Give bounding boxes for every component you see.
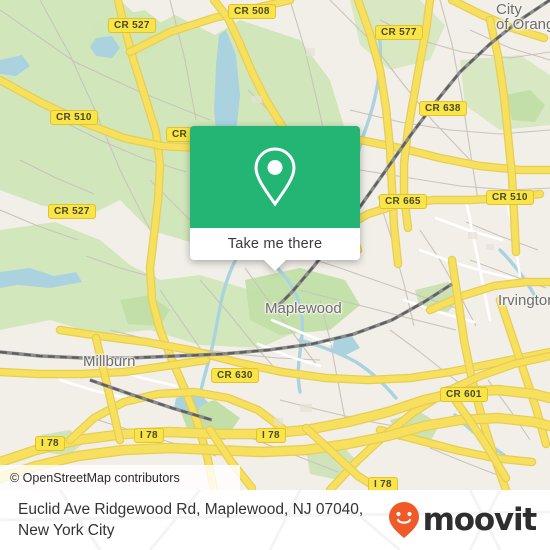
route-shield: CR 508 [228, 4, 276, 19]
route-shield: CR 510 [486, 190, 534, 205]
take-me-there-button[interactable]: Take me there [190, 228, 360, 260]
route-shield: I 78 [35, 436, 65, 451]
callout-icon-area [190, 126, 360, 228]
map-pin-icon [254, 147, 296, 207]
route-shield: CR 510 [50, 110, 98, 125]
map-attribution[interactable]: © OpenStreetMap contributors [0, 465, 240, 490]
address-line-2: New York City [18, 522, 115, 539]
route-shield: I 78 [134, 428, 164, 443]
moovit-logo[interactable]: moovit [387, 500, 538, 540]
route-shield: CR 601 [440, 387, 488, 402]
route-shield: CR 577 [375, 25, 423, 40]
moovit-wordmark: moovit [422, 501, 538, 538]
map-canvas[interactable]: .rd { fill:none; stroke:#f7e05e; stroke-… [0, 0, 550, 490]
address-text: Euclid Ave Ridgewood Rd, Maplewood, NJ 0… [18, 499, 363, 541]
map-screenshot: .rd { fill:none; stroke:#f7e05e; stroke-… [0, 0, 550, 550]
route-shield: CR 638 [419, 101, 467, 116]
place-label-millburn: Millburn [83, 353, 136, 370]
moovit-pin-icon [388, 502, 419, 538]
place-label-irvington: Irvington [498, 292, 550, 309]
route-shield: CR 527 [108, 18, 156, 33]
footer-bar: Euclid Ave Ridgewood Rd, Maplewood, NJ 0… [0, 490, 550, 550]
route-shield: CR 630 [211, 368, 259, 383]
place-label-city-of-orange: Cityof Orange [496, 1, 550, 33]
route-shield: CR 527 [48, 204, 96, 219]
route-shield: I 78 [368, 477, 398, 490]
route-shield: I 78 [256, 428, 286, 443]
address-line-1: Euclid Ave Ridgewood Rd, Maplewood, NJ 0… [18, 501, 364, 518]
route-shield: CR 665 [379, 194, 427, 209]
callout-pointer [264, 260, 286, 271]
location-callout-card[interactable]: Take me there [190, 126, 360, 271]
place-label-maplewood: Maplewood [265, 300, 342, 317]
